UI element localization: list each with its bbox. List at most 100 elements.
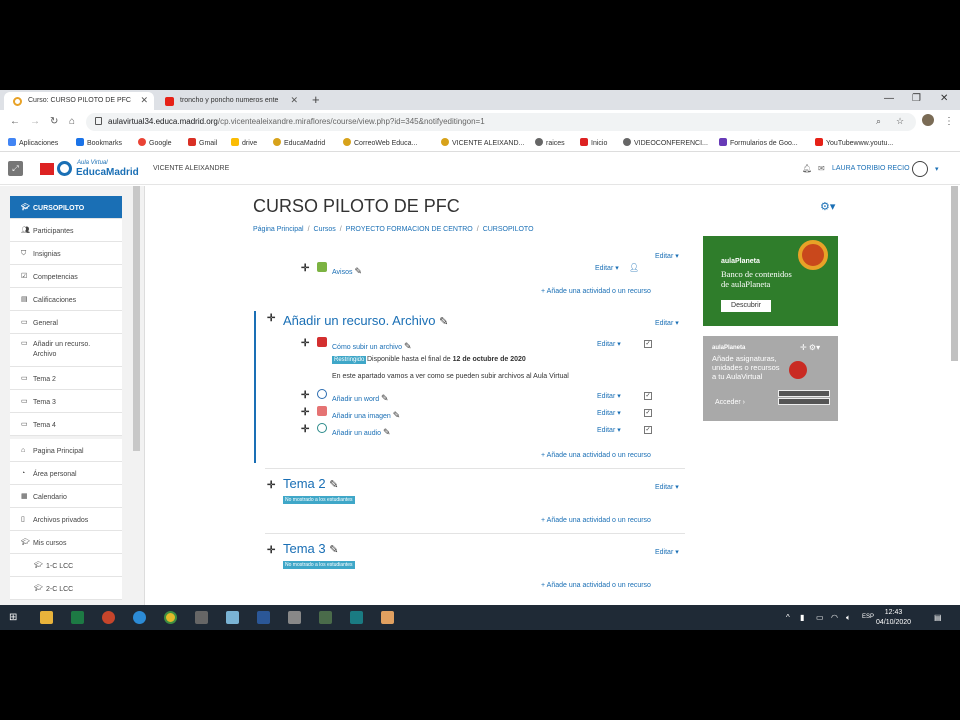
- bookmark-apps[interactable]: Aplicaciones: [8, 138, 58, 147]
- back-icon[interactable]: ←: [10, 116, 20, 127]
- move-icon[interactable]: ✛: [301, 338, 309, 349]
- bookmark-bookmarks[interactable]: Bookmarks: [76, 138, 122, 147]
- section-edit-menu[interactable]: Editar ▾: [655, 548, 679, 556]
- bookmark-drive[interactable]: drive: [231, 138, 257, 147]
- breadcrumb-link[interactable]: PROYECTO FORMACION DE CENTRO: [346, 226, 473, 233]
- breadcrumb-link[interactable]: Cursos: [314, 226, 336, 233]
- forward-icon[interactable]: →: [30, 116, 40, 127]
- drawer-scrollbar[interactable]: [133, 186, 140, 451]
- completion-checkbox[interactable]: ✓: [644, 392, 652, 400]
- drawer-item-cursopiloto[interactable]: 🎓︎ CURSOPILOTO: [10, 196, 122, 219]
- drawer-item-tema3[interactable]: ▭ Tema 3: [10, 390, 122, 413]
- section-edit-menu[interactable]: Editar ▾: [655, 252, 679, 260]
- microphone-icon[interactable]: ▮: [800, 613, 804, 622]
- pencil-icon[interactable]: ✎: [354, 266, 362, 276]
- pencil-icon[interactable]: ✎: [381, 393, 389, 403]
- user-menu[interactable]: LAURA TORIBIO RECIO: [832, 165, 910, 172]
- activity-edit-menu[interactable]: Editar ▾: [597, 340, 621, 348]
- notifications-icon[interactable]: ▤: [934, 613, 942, 622]
- bookmark-youtube[interactable]: YouTubewww.youtu...: [815, 138, 893, 147]
- tray-chevron-icon[interactable]: ^: [786, 613, 790, 622]
- move-icon[interactable]: ✛: [301, 407, 309, 418]
- powerpoint-icon[interactable]: [102, 611, 115, 624]
- add-activity-button[interactable]: + Añade una actividad o un recurso: [541, 582, 651, 589]
- close-tab-icon[interactable]: ✕: [290, 95, 298, 106]
- completion-checkbox[interactable]: ✓: [644, 340, 652, 348]
- wifi-icon[interactable]: ◠: [831, 613, 838, 622]
- close-window-icon[interactable]: ✕: [940, 93, 948, 104]
- move-section-icon[interactable]: ✛: [267, 545, 275, 556]
- app-icon[interactable]: [226, 611, 239, 624]
- pencil-icon[interactable]: ✎: [404, 341, 412, 351]
- reload-icon[interactable]: ↻: [50, 116, 58, 127]
- profile-icon[interactable]: [922, 114, 934, 126]
- activity-word[interactable]: Añadir un word ✎: [332, 393, 389, 404]
- clock[interactable]: 12:43 04/10/2020: [876, 608, 911, 628]
- maximize-icon[interactable]: ❐: [912, 93, 921, 104]
- bookmark-videoconferencia[interactable]: VIDEOCONFERENCI...: [623, 138, 708, 147]
- zoom-icon[interactable]: ⌕: [876, 116, 881, 127]
- drawer-item-tema4[interactable]: ▭ Tema 4: [10, 413, 122, 436]
- move-icon[interactable]: ✛: [301, 390, 309, 401]
- app-icon[interactable]: [195, 611, 208, 624]
- drawer-item-calificaciones[interactable]: ▤ Calificaciones: [10, 288, 122, 311]
- volume-icon[interactable]: 🔈︎: [846, 613, 851, 623]
- drawer-item-pagina-principal[interactable]: ⌂ Pagina Principal: [10, 439, 122, 462]
- educamadrid-logo[interactable]: Aula Virtual EducaMadrid: [40, 159, 145, 179]
- activity-avisos[interactable]: Avisos ✎: [332, 266, 362, 277]
- add-activity-button[interactable]: + Añade una actividad o un recurso: [541, 452, 651, 459]
- gear-icon[interactable]: ⚙▾: [820, 200, 835, 213]
- app-icon[interactable]: [381, 611, 394, 624]
- breadcrumb-link[interactable]: Página Principal: [253, 226, 304, 233]
- bookmark-vicente[interactable]: VICENTE ALEIXAND...: [441, 138, 524, 147]
- drawer-item-course-1c[interactable]: 🎓︎ 1-C LCC: [10, 554, 122, 577]
- pencil-icon[interactable]: ✎: [329, 544, 338, 556]
- expand-drawer-button[interactable]: ⤢: [8, 161, 23, 176]
- app-icon[interactable]: [288, 611, 301, 624]
- bookmark-raices[interactable]: raices: [535, 138, 565, 147]
- add-activity-button[interactable]: + Añade una actividad o un recurso: [541, 517, 651, 524]
- drawer-item-area-personal[interactable]: ◔ Área personal: [10, 462, 122, 485]
- windows-start-icon[interactable]: ⊞: [9, 612, 17, 623]
- descubrir-button[interactable]: Descubrir: [721, 300, 771, 312]
- drawer-item-archivos-privados[interactable]: ▯ Archivos privados: [10, 508, 122, 531]
- pencil-icon[interactable]: ✎: [329, 479, 338, 491]
- drawer-item-mis-cursos[interactable]: 🎓︎ Mis cursos: [10, 531, 122, 554]
- completion-checkbox[interactable]: ✓: [644, 409, 652, 417]
- drawer-item-tema2[interactable]: ▭ Tema 2: [10, 367, 122, 390]
- section-edit-menu[interactable]: Editar ▾: [655, 319, 679, 327]
- activity-audio[interactable]: Añadir un audio ✎: [332, 427, 391, 438]
- bookmark-gmail[interactable]: Gmail: [188, 138, 217, 147]
- activity-edit-menu[interactable]: Editar ▾: [597, 409, 621, 417]
- home-icon[interactable]: ⌂: [69, 116, 75, 127]
- chevron-down-icon[interactable]: ▾: [935, 165, 939, 173]
- move-section-icon[interactable]: ✛: [267, 313, 275, 324]
- activity-imagen[interactable]: Añadir una imagen ✎: [332, 410, 400, 421]
- activity-edit-menu[interactable]: Editar ▾: [597, 392, 621, 400]
- drawer-item-insignias[interactable]: ⛉ Insignias: [10, 242, 122, 265]
- tab-youtube[interactable]: troncho y poncho numeros ente ✕: [156, 92, 304, 110]
- drawer-item-calendario[interactable]: ▦ Calendario: [10, 485, 122, 508]
- move-section-icon[interactable]: ✛: [267, 480, 275, 491]
- star-icon[interactable]: ☆: [896, 116, 904, 127]
- drawer-item-course-2c[interactable]: 🎓︎ 2-C LCC: [10, 577, 122, 600]
- aulaplaneta-promo-banner[interactable]: aulaPlaneta Banco de contenidos de aulaP…: [703, 236, 838, 326]
- bookmark-educamadrid[interactable]: EducaMadrid: [273, 138, 325, 147]
- minimize-icon[interactable]: —: [884, 93, 894, 104]
- move-icon[interactable]: ✛ ⚙▾: [800, 343, 820, 352]
- word-icon[interactable]: [257, 611, 270, 624]
- battery-icon[interactable]: ▭: [816, 613, 824, 622]
- bell-icon[interactable]: 🔔︎: [802, 164, 812, 173]
- bookmark-correoweb[interactable]: CorreoWeb Educa...: [343, 138, 417, 147]
- chrome-icon[interactable]: [164, 611, 177, 624]
- avatar[interactable]: [912, 161, 928, 177]
- file-explorer-icon[interactable]: [40, 611, 53, 624]
- app-icon[interactable]: [319, 611, 332, 624]
- app-icon[interactable]: [350, 611, 363, 624]
- pencil-icon[interactable]: ✎: [439, 316, 448, 328]
- user-icon[interactable]: 👤︎: [629, 263, 639, 272]
- section-title-tema2[interactable]: Tema 2 ✎: [283, 476, 338, 491]
- drawer-item-general[interactable]: ▭ General: [10, 311, 122, 334]
- move-icon[interactable]: ✛: [301, 424, 309, 435]
- menu-icon[interactable]: ⋮: [944, 116, 954, 127]
